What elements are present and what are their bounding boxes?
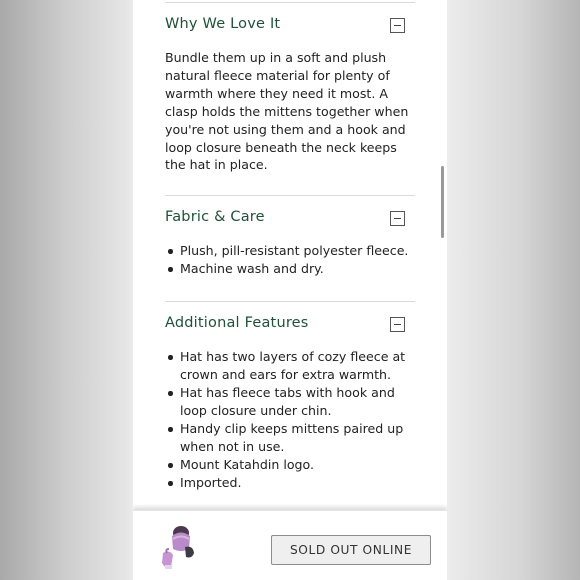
collapse-toggle-fabric-care[interactable] xyxy=(390,211,405,226)
bottom-purchase-bar: SOLD OUT ONLINE xyxy=(133,510,447,580)
list-item: Mount Katahdin logo. xyxy=(165,456,420,474)
scrollbar[interactable] xyxy=(441,166,444,238)
section-title-fabric-care: Fabric & Care xyxy=(165,209,265,225)
product-thumbnail[interactable] xyxy=(159,523,199,571)
list-item-line: Mount Katahdin logo. xyxy=(180,457,315,472)
section-divider xyxy=(165,2,415,3)
description-line: you're not using them and a hook and xyxy=(165,121,406,137)
product-thumbnail-icon xyxy=(162,526,194,569)
list-item-line: when not in use. xyxy=(180,439,285,454)
list-item: Machine wash and dry. xyxy=(165,260,420,278)
section-divider xyxy=(165,195,415,196)
why-we-love-it-description: Bundle them up in a soft and plush natur… xyxy=(165,49,420,174)
list-item-line: Handy clip keeps mittens paired up xyxy=(180,421,404,436)
list-item-line: Hat has two layers of cozy fleece at xyxy=(180,349,406,364)
list-item-line: crown and ears for extra warmth. xyxy=(180,367,392,382)
list-item: Handy clip keeps mittens paired up when … xyxy=(165,420,420,456)
list-item: Hat has two layers of cozy fleece at cro… xyxy=(165,348,420,384)
collapse-toggle-why-we-love-it[interactable] xyxy=(390,18,405,33)
description-line: loop closure beneath the neck keeps xyxy=(165,139,397,155)
section-divider xyxy=(165,301,415,302)
list-item-line: loop closure under chin. xyxy=(180,403,332,418)
description-line: natural fleece material for plenty of xyxy=(165,67,390,83)
list-item: Imported. xyxy=(165,474,420,492)
product-details-panel: Why We Love It Bundle them up in a soft … xyxy=(133,0,447,580)
description-line: the hat in place. xyxy=(165,157,268,173)
section-title-additional-features: Additional Features xyxy=(165,315,309,331)
additional-features-list: Hat has two layers of cozy fleece at cro… xyxy=(165,348,420,492)
list-item: Plush, pill-resistant polyester fleece. xyxy=(165,242,420,260)
fabric-care-list: Plush, pill-resistant polyester fleece. … xyxy=(165,242,420,278)
backdrop-right xyxy=(447,0,580,580)
section-title-why-we-love-it: Why We Love It xyxy=(165,16,281,32)
description-line: warmth where they need it most. A xyxy=(165,85,388,101)
list-item: Hat has fleece tabs with hook and loop c… xyxy=(165,384,420,420)
collapse-toggle-additional-features[interactable] xyxy=(390,317,405,332)
list-item-line: Imported. xyxy=(180,475,242,490)
description-line: Bundle them up in a soft and plush xyxy=(165,50,387,65)
list-item-line: Hat has fleece tabs with hook and xyxy=(180,385,395,400)
sold-out-online-button[interactable]: SOLD OUT ONLINE xyxy=(271,535,431,565)
description-line: clasp holds the mittens together when xyxy=(165,103,409,119)
